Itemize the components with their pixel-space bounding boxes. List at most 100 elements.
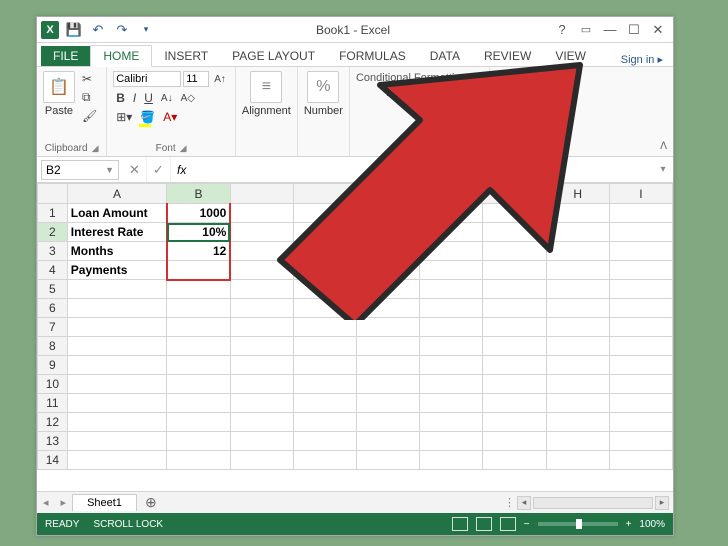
worksheet-grid[interactable]: A B G H I 1 Loan Amount 1000 2 Interest … — [37, 183, 673, 491]
select-all-corner[interactable] — [38, 184, 68, 204]
cell[interactable] — [609, 318, 672, 337]
cell[interactable] — [293, 242, 356, 261]
cell[interactable] — [483, 375, 546, 394]
cell[interactable] — [609, 375, 672, 394]
cell[interactable] — [357, 261, 420, 280]
cell[interactable] — [293, 356, 356, 375]
cell[interactable] — [483, 337, 546, 356]
cell[interactable] — [230, 204, 293, 223]
cell[interactable] — [293, 299, 356, 318]
font-color-icon[interactable]: A▾ — [160, 109, 180, 125]
copy-icon[interactable]: ⧉ — [79, 89, 100, 106]
new-sheet-icon[interactable]: ⊕ — [137, 494, 165, 511]
cell[interactable] — [609, 299, 672, 318]
alignment-button[interactable]: ≡ Alignment — [242, 71, 291, 117]
cell[interactable]: Payments — [67, 261, 166, 280]
scroll-right-icon[interactable]: ▸ — [655, 496, 669, 510]
cell[interactable] — [546, 299, 609, 318]
col-header-i[interactable]: I — [609, 184, 672, 204]
row-header[interactable]: 4 — [38, 261, 68, 280]
cell[interactable] — [230, 432, 293, 451]
tab-file[interactable]: FILE — [41, 46, 90, 66]
cell[interactable] — [357, 375, 420, 394]
cell[interactable] — [483, 223, 546, 242]
cell[interactable] — [546, 413, 609, 432]
cells-button[interactable]: ⊞ Cells — [496, 71, 528, 117]
cell-active[interactable]: 10% — [167, 223, 231, 242]
cell[interactable] — [167, 280, 231, 299]
cell[interactable] — [609, 432, 672, 451]
format-as-table-button[interactable]: Format as Table ▾ — [356, 86, 483, 99]
cell[interactable] — [609, 242, 672, 261]
cell[interactable] — [420, 375, 483, 394]
format-painter-icon[interactable]: 🖌 — [79, 108, 100, 124]
cell[interactable] — [357, 318, 420, 337]
row-header[interactable]: 9 — [38, 356, 68, 375]
cell[interactable] — [546, 451, 609, 470]
cell[interactable]: 1000 — [167, 204, 231, 223]
scroll-left-icon[interactable]: ◂ — [517, 496, 531, 510]
cell[interactable] — [293, 337, 356, 356]
cell[interactable] — [293, 394, 356, 413]
cell[interactable] — [167, 261, 231, 280]
cell[interactable] — [67, 299, 166, 318]
cell[interactable] — [293, 318, 356, 337]
cell[interactable] — [420, 432, 483, 451]
cell[interactable] — [167, 413, 231, 432]
page-break-view-icon[interactable] — [500, 517, 516, 531]
horizontal-scrollbar[interactable] — [533, 497, 653, 509]
cell[interactable] — [293, 413, 356, 432]
cell[interactable] — [167, 299, 231, 318]
cell[interactable] — [67, 394, 166, 413]
underline-button[interactable]: U — [141, 90, 156, 106]
row-header[interactable]: 13 — [38, 432, 68, 451]
cell[interactable] — [357, 356, 420, 375]
cell[interactable] — [420, 280, 483, 299]
cell[interactable] — [230, 318, 293, 337]
cell[interactable] — [420, 356, 483, 375]
cell[interactable] — [167, 337, 231, 356]
cell[interactable] — [420, 223, 483, 242]
cell[interactable] — [357, 299, 420, 318]
cell[interactable] — [609, 261, 672, 280]
cell[interactable] — [293, 451, 356, 470]
row-header[interactable]: 11 — [38, 394, 68, 413]
clear-format-icon[interactable]: A◇ — [178, 92, 198, 105]
cell[interactable] — [483, 451, 546, 470]
cell[interactable] — [67, 413, 166, 432]
cell[interactable] — [483, 318, 546, 337]
cell[interactable]: Months — [67, 242, 166, 261]
undo-icon[interactable]: ↶ — [89, 21, 107, 39]
row-header[interactable]: 1 — [38, 204, 68, 223]
cell[interactable] — [420, 318, 483, 337]
cell[interactable] — [167, 432, 231, 451]
cell[interactable] — [67, 337, 166, 356]
cell[interactable] — [293, 432, 356, 451]
cell[interactable] — [546, 242, 609, 261]
cell[interactable] — [546, 223, 609, 242]
row-header[interactable]: 3 — [38, 242, 68, 261]
col-header-blank[interactable] — [293, 184, 356, 204]
insert-function-icon[interactable]: fx — [171, 163, 192, 177]
cell[interactable] — [420, 337, 483, 356]
col-header-blank[interactable] — [420, 184, 483, 204]
cell[interactable] — [546, 432, 609, 451]
row-header[interactable]: 2 — [38, 223, 68, 242]
row-header[interactable]: 12 — [38, 413, 68, 432]
cell[interactable] — [357, 223, 420, 242]
page-layout-view-icon[interactable] — [476, 517, 492, 531]
cell[interactable] — [67, 432, 166, 451]
tab-insert[interactable]: INSERT — [152, 46, 220, 66]
cell[interactable] — [483, 356, 546, 375]
cell[interactable] — [420, 204, 483, 223]
cancel-formula-icon[interactable]: ✕ — [123, 157, 147, 182]
cell[interactable] — [357, 337, 420, 356]
sheet-tab[interactable]: Sheet1 — [72, 494, 137, 511]
cell[interactable] — [546, 375, 609, 394]
cell[interactable] — [420, 394, 483, 413]
chevron-down-icon[interactable]: ▼ — [105, 165, 114, 175]
tab-formulas[interactable]: FORMULAS — [327, 46, 418, 66]
cell[interactable]: Loan Amount — [67, 204, 166, 223]
cell[interactable] — [293, 280, 356, 299]
enter-formula-icon[interactable]: ✓ — [147, 157, 171, 182]
